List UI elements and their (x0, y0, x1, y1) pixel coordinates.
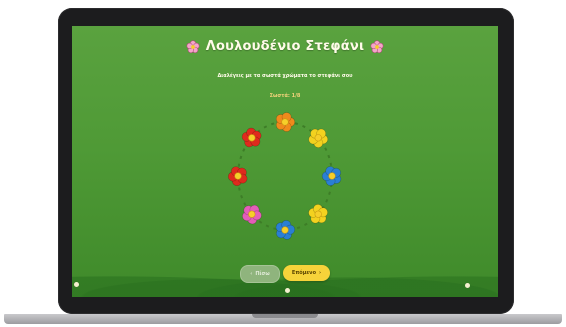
flower-orange-top[interactable] (275, 112, 296, 132)
flower-blue-right[interactable] (319, 163, 345, 189)
flower-blue-bottom[interactable] (273, 218, 298, 242)
chevron-right-icon: › (319, 270, 322, 276)
back-button-label: Πίσω (255, 271, 270, 277)
flower-red-upper-left[interactable] (239, 125, 265, 151)
back-button[interactable]: ‹ Πίσω (240, 265, 280, 283)
next-button-label: Επόμενο (291, 270, 317, 276)
laptop-notch (252, 314, 318, 318)
flower-wreath (227, 112, 345, 242)
chevron-left-icon: ‹ (250, 271, 253, 277)
flower-yellow-lower-right[interactable] (305, 201, 332, 227)
game-screen: Λουλουδένιο Στεφάνι Διαλέγεις με τα σωστ… (72, 26, 498, 297)
next-button[interactable]: Επόμενο › (283, 265, 330, 281)
flower-red-left[interactable] (227, 165, 250, 187)
